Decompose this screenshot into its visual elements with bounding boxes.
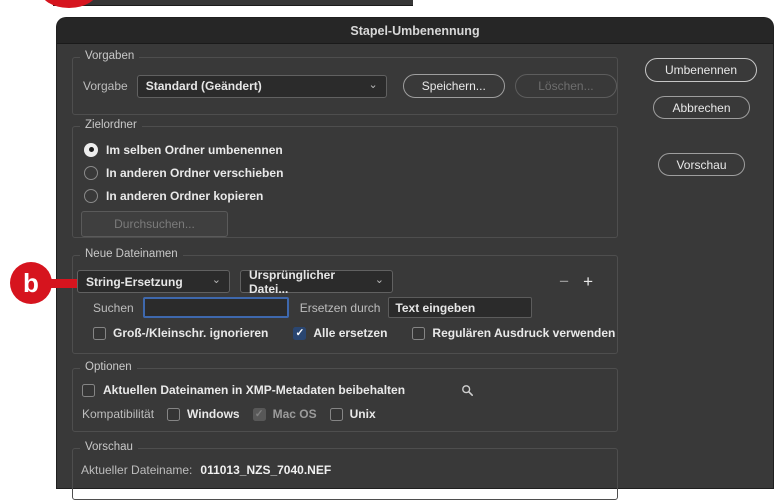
radio-selected-icon[interactable] — [84, 142, 98, 157]
find-label: Suchen — [93, 300, 134, 315]
source-select-value: Ursprünglicher Datei... — [249, 267, 336, 296]
radio-unselected-icon[interactable] — [84, 188, 98, 203]
options-group: Optionen Aktuellen Dateinamen in XMP-Met… — [72, 361, 618, 432]
current-filename-label: Aktueller Dateiname: — [81, 463, 193, 477]
checkbox-unix[interactable]: Unix — [329, 407, 376, 421]
chevron-down-icon: ⌄ — [368, 78, 378, 91]
preview-group: Vorschau Aktueller Dateiname: 011013_NZS… — [72, 441, 618, 500]
batch-rename-dialog: Stapel-Umbenennung Vorgaben Vorgabe Stan… — [57, 18, 773, 500]
current-filename-value: 011013_NZS_7040.NEF — [200, 463, 332, 477]
rename-method-value: String-Ersetzung — [86, 274, 183, 289]
radio-rename-same-folder[interactable]: Im selben Ordner umbenennen — [73, 142, 617, 157]
annotation-arrow — [49, 279, 77, 288]
checkbox-replace-all[interactable]: Alle ersetzen — [293, 326, 387, 340]
destination-group: Zielordner Im selben Ordner umbenennen I… — [72, 119, 618, 238]
checkbox-keep-xmp[interactable] — [82, 383, 95, 397]
magnifier-icon — [461, 384, 474, 397]
replace-input[interactable] — [388, 297, 533, 318]
checkbox-unchecked-icon[interactable] — [167, 407, 181, 421]
preset-select[interactable]: Standard (Geändert) ⌄ — [136, 74, 387, 98]
cropped-menu-bar — [53, 0, 413, 6]
compatibility-label: Kompatibilität — [82, 407, 155, 421]
delete-button: Löschen... — [514, 74, 617, 98]
save-button[interactable]: Speichern... — [402, 74, 505, 98]
destination-legend: Zielordner — [80, 119, 142, 131]
checkbox-unchecked-icon[interactable] — [93, 326, 106, 340]
checkbox-windows[interactable]: Windows — [167, 407, 240, 421]
new-filenames-group: Neue Dateinamen String-Ersetzung ⌄ Urspr… — [72, 248, 618, 354]
dialog-titlebar[interactable]: Stapel-Umbenennung — [57, 18, 773, 44]
rename-button[interactable]: Umbenennen — [645, 58, 757, 82]
preview-button[interactable]: Vorschau — [658, 153, 745, 176]
checkbox-checked-disabled-icon — [252, 407, 266, 421]
replace-label: Ersetzen durch — [299, 300, 381, 315]
annotation-badge-b: b — [10, 262, 52, 304]
cancel-button[interactable]: Abbrechen — [653, 96, 750, 119]
options-legend: Optionen — [80, 361, 137, 373]
checkbox-macos: Mac OS — [252, 407, 317, 421]
chevron-down-icon: ⌄ — [374, 274, 384, 286]
checkbox-use-regex[interactable]: Regulären Ausdruck verwenden — [412, 326, 615, 340]
remove-row-button[interactable]: − — [559, 272, 569, 292]
checkbox-unchecked-icon[interactable] — [412, 326, 426, 340]
chevron-down-icon: ⌄ — [211, 274, 221, 286]
preview-legend: Vorschau — [80, 441, 138, 453]
rename-method-select[interactable]: String-Ersetzung ⌄ — [77, 270, 230, 293]
source-select[interactable]: Ursprünglicher Datei... ⌄ — [240, 267, 393, 296]
checkbox-unchecked-icon[interactable] — [329, 407, 343, 421]
find-input[interactable] — [142, 297, 289, 318]
radio-copy-other-folder[interactable]: In anderen Ordner kopieren — [73, 188, 617, 203]
filenames-legend: Neue Dateinamen — [80, 248, 183, 260]
presets-group: Vorgaben Vorgabe Standard (Geändert) ⌄ S… — [72, 50, 618, 115]
presets-legend: Vorgaben — [80, 50, 140, 62]
add-row-button[interactable]: + — [583, 272, 593, 292]
dialog-title: Stapel-Umbenennung — [350, 23, 480, 38]
radio-move-other-folder[interactable]: In anderen Ordner verschieben — [73, 165, 617, 180]
checkbox-checked-icon[interactable] — [293, 326, 307, 340]
browse-button: Durchsuchen... — [81, 211, 228, 237]
preset-label: Vorgabe — [83, 79, 128, 93]
checkbox-ignore-case[interactable]: Groß-/Kleinschr. ignorieren — [93, 326, 268, 340]
preset-select-value: Standard (Geändert) — [145, 79, 262, 93]
radio-unselected-icon[interactable] — [84, 165, 98, 180]
